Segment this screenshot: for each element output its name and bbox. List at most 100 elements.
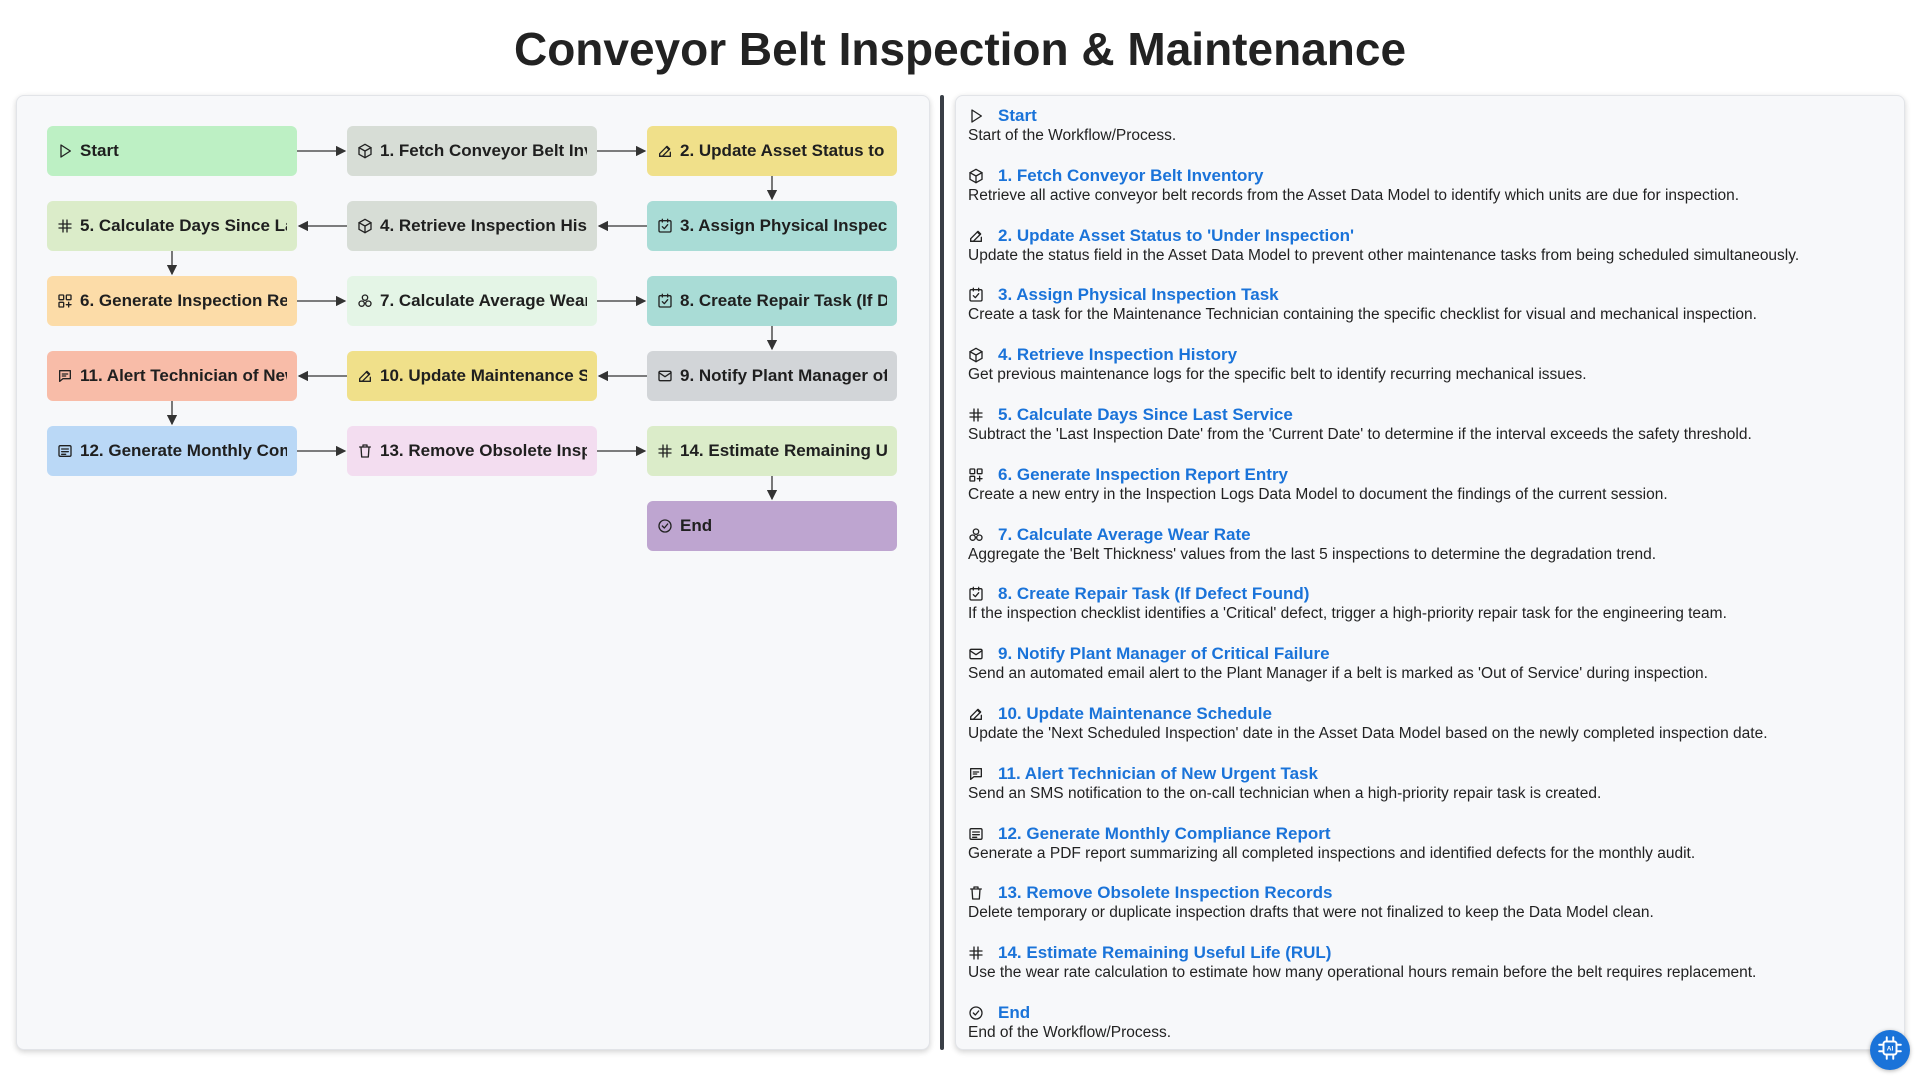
flow-node-label: 10. Update Maintenance Schedule — [380, 366, 587, 385]
play-icon — [57, 143, 73, 159]
flow-node-label: Start — [80, 141, 119, 160]
step-title-link[interactable]: Start — [998, 106, 1037, 126]
checkbox-icon — [968, 586, 984, 602]
step-description-text: Create a new entry in the Inspection Log… — [968, 485, 1668, 503]
step-title-link[interactable]: 12. Generate Monthly Compliance Report — [998, 824, 1331, 844]
step-description-text: Send an SMS notification to the on-call … — [968, 784, 1602, 802]
step-title-link[interactable]: 14. Estimate Remaining Useful Life (RUL) — [998, 943, 1331, 963]
step-title-link[interactable]: 8. Create Repair Task (If Defect Found) — [998, 584, 1309, 604]
step-description-text: Use the wear rate calculation to estimat… — [968, 964, 1757, 982]
check-circle-icon — [657, 518, 673, 534]
step-title-link[interactable]: 9. Notify Plant Manager of Critical Fail… — [998, 644, 1330, 664]
cube-icon — [357, 143, 373, 159]
flow-node-label: 11. Alert Technician of New Urgent Task — [80, 366, 287, 385]
hash-icon — [657, 443, 673, 459]
flow-node-n3[interactable]: 3. Assign Physical Inspection Task — [647, 201, 897, 251]
flow-node-label: 12. Generate Monthly Compliance Report — [80, 441, 287, 460]
step-description-text: Retrieve all active conveyor belt record… — [968, 186, 1740, 204]
step-description: 10. Update Maintenance Schedule Update th… — [968, 704, 1888, 743]
step-description: 12. Generate Monthly Compliance Report Ge… — [968, 824, 1888, 863]
flowchart-panel: Start 1. Fetch Conveyor Belt Inventory 2. … — [16, 95, 930, 1050]
cube-icon — [357, 218, 373, 234]
flow-node-label: 8. Create Repair Task (If Defect Found) — [680, 291, 887, 310]
cube-icon — [968, 168, 984, 184]
step-title-link[interactable]: 7. Calculate Average Wear Rate — [998, 525, 1251, 545]
step-description-text: Send an automated email alert to the Pla… — [968, 665, 1708, 683]
flow-node-n9[interactable]: 9. Notify Plant Manager of Critical Fail… — [647, 351, 897, 401]
flow-node-n11[interactable]: 11. Alert Technician of New Urgent Task — [47, 351, 297, 401]
step-description-text: Aggregate the 'Belt Thickness' values fr… — [968, 545, 1657, 563]
step-title-link[interactable]: 10. Update Maintenance Schedule — [998, 704, 1272, 724]
step-title-link[interactable]: 5. Calculate Days Since Last Service — [998, 405, 1293, 425]
mail-icon — [657, 368, 673, 384]
checkbox-icon — [968, 287, 984, 303]
step-description-text: Get previous maintenance logs for the sp… — [968, 366, 1587, 384]
edit-icon — [968, 706, 984, 722]
step-descriptions-panel: Start Start of the Workflow/Process. 1. Fe… — [955, 95, 1905, 1050]
flow-node-n14[interactable]: 14. Estimate Remaining Useful Life (RUL) — [647, 426, 897, 476]
step-description-text: If the inspection checklist identifies a… — [968, 605, 1727, 623]
step-description: 9. Notify Plant Manager of Critical Fail… — [968, 644, 1888, 683]
checkbox-icon — [657, 218, 673, 234]
trash-icon — [357, 443, 373, 459]
step-description: 2. Update Asset Status to 'Under Inspect… — [968, 226, 1888, 265]
chat-icon — [968, 766, 984, 782]
check-circle-icon — [968, 1005, 984, 1021]
step-description-text: Subtract the 'Last Inspection Date' from… — [968, 426, 1752, 443]
cube-icon — [968, 347, 984, 363]
grid-plus-icon — [57, 293, 73, 309]
step-description: Start Start of the Workflow/Process. — [968, 106, 1888, 145]
step-title-link[interactable]: End — [998, 1003, 1030, 1023]
play-icon — [968, 108, 984, 124]
step-description-text: End of the Workflow/Process. — [968, 1024, 1172, 1041]
edit-icon — [968, 228, 984, 244]
flow-node-n12[interactable]: 12. Generate Monthly Compliance Report — [47, 426, 297, 476]
flow-node-label: 9. Notify Plant Manager of Critical Fail… — [680, 366, 887, 385]
step-description-text: Generate a PDF report summarizing all co… — [968, 844, 1696, 862]
step-description: 1. Fetch Conveyor Belt Inventory Retrieve… — [968, 166, 1888, 205]
step-description: 14. Estimate Remaining Useful Life (RUL)… — [968, 943, 1888, 982]
step-title-link[interactable]: 3. Assign Physical Inspection Task — [998, 285, 1279, 305]
step-description-text: Start of the Workflow/Process. — [968, 127, 1177, 144]
step-description-text: Delete temporary or duplicate inspection… — [968, 904, 1654, 922]
step-description: 5. Calculate Days Since Last Service Subt… — [968, 405, 1888, 444]
flow-node-label: 7. Calculate Average Wear Rate — [380, 291, 587, 310]
hash-icon — [968, 945, 984, 961]
flow-node-n7[interactable]: 7. Calculate Average Wear Rate — [347, 276, 597, 326]
step-description: 7. Calculate Average Wear Rate Aggregate … — [968, 525, 1888, 564]
flow-node-n4[interactable]: 4. Retrieve Inspection History — [347, 201, 597, 251]
flow-node-n6[interactable]: 6. Generate Inspection Report Entry — [47, 276, 297, 326]
list-icon — [57, 443, 73, 459]
step-description: 11. Alert Technician of New Urgent Task S… — [968, 764, 1888, 803]
trash-icon — [968, 885, 984, 901]
page-title: Conveyor Belt Inspection & Maintenance — [513, 23, 1407, 75]
checkbox-icon — [657, 293, 673, 309]
step-title-link[interactable]: 2. Update Asset Status to 'Under Inspect… — [998, 226, 1354, 246]
edit-icon — [657, 143, 673, 159]
panel-divider[interactable] — [940, 95, 944, 1050]
step-description: 3. Assign Physical Inspection Task Create… — [968, 285, 1888, 324]
flow-node-n1[interactable]: 1. Fetch Conveyor Belt Inventory — [347, 126, 597, 176]
step-title-link[interactable]: 4. Retrieve Inspection History — [998, 345, 1237, 365]
circles-icon — [357, 293, 373, 309]
circles-icon — [968, 527, 984, 543]
flow-node-n8[interactable]: 8. Create Repair Task (If Defect Found) — [647, 276, 897, 326]
flow-node-n2[interactable]: 2. Update Asset Status to 'Under Inspect… — [647, 126, 897, 176]
hash-icon — [57, 218, 73, 234]
step-title-link[interactable]: 6. Generate Inspection Report Entry — [998, 465, 1288, 485]
ai-assistant-button[interactable]: AI — [1870, 1030, 1910, 1070]
step-description: 13. Remove Obsolete Inspection Records De… — [968, 883, 1888, 922]
flow-node-n5[interactable]: 5. Calculate Days Since Last Service — [47, 201, 297, 251]
step-title-link[interactable]: 11. Alert Technician of New Urgent Task — [998, 764, 1318, 784]
flow-node-start[interactable]: Start — [47, 126, 297, 176]
grid-plus-icon — [968, 467, 984, 483]
flow-node-n13[interactable]: 13. Remove Obsolete Inspection Records — [347, 426, 597, 476]
mail-icon — [968, 646, 984, 662]
flow-node-label: 13. Remove Obsolete Inspection Records — [380, 441, 587, 460]
flow-node-label: 1. Fetch Conveyor Belt Inventory — [380, 141, 587, 160]
flow-node-label: End — [680, 516, 713, 535]
step-title-link[interactable]: 13. Remove Obsolete Inspection Records — [998, 883, 1332, 903]
flow-node-end[interactable]: End — [647, 501, 897, 551]
flow-node-n10[interactable]: 10. Update Maintenance Schedule — [347, 351, 597, 401]
step-title-link[interactable]: 1. Fetch Conveyor Belt Inventory — [998, 166, 1263, 186]
